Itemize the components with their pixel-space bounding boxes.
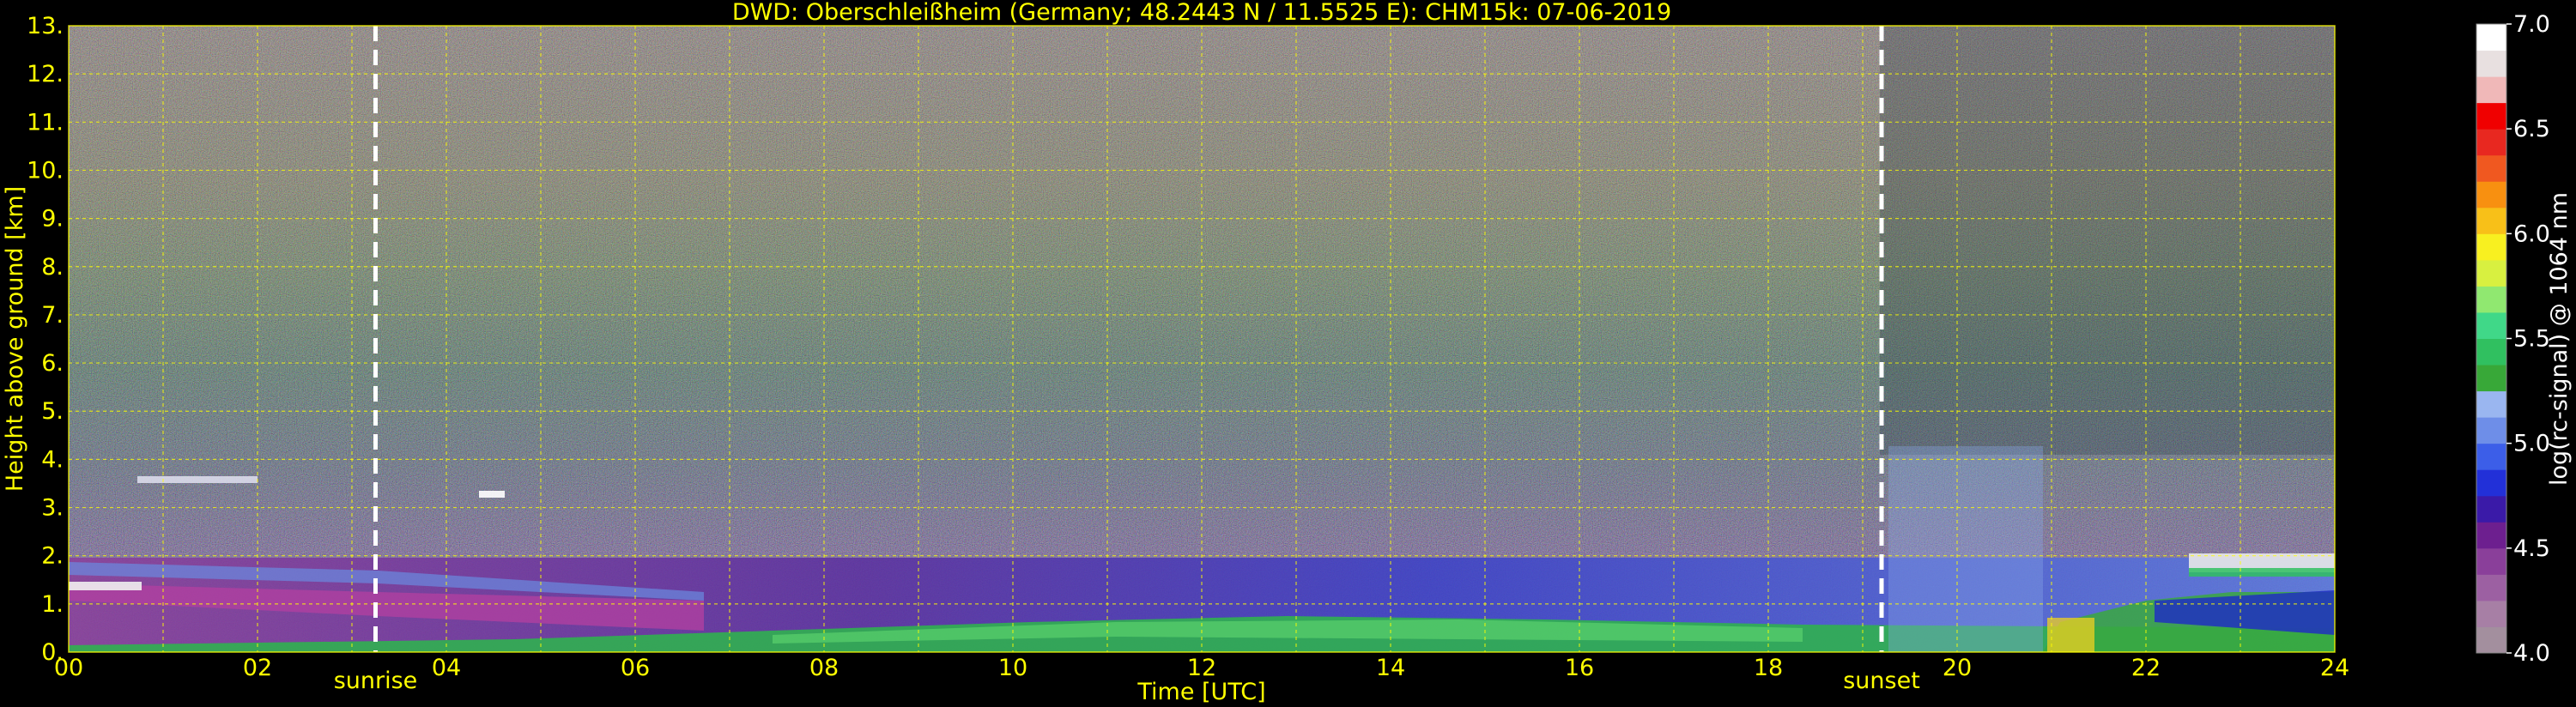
x-tick-label: 20	[1943, 655, 1972, 681]
colorbar-segment	[2476, 311, 2506, 339]
colorbar-segment	[2476, 469, 2506, 497]
colorbar-segment	[2476, 495, 2506, 523]
x-tick-label: 02	[243, 655, 272, 681]
elevated-layer	[137, 476, 258, 483]
y-tick-label: 4.	[41, 446, 64, 473]
x-tick-label: 06	[621, 655, 650, 681]
plot-area	[69, 26, 2335, 652]
morning-low-cloud	[69, 582, 142, 590]
y-tick-label: 10.	[27, 157, 64, 184]
y-tick-label: 6.	[41, 350, 64, 377]
colorbar-segment	[2476, 181, 2506, 208]
colorbar-segment	[2476, 286, 2506, 313]
y-tick-label: 13.	[27, 13, 64, 39]
colorbar-segment	[2476, 24, 2506, 51]
y-tick-label: 12.	[27, 61, 64, 88]
y-tick-label: 7.	[41, 302, 64, 329]
colorbar-segment	[2476, 547, 2506, 575]
colorbar-tick-label: 6.0	[2513, 221, 2550, 247]
colorbar-segment	[2476, 233, 2506, 261]
colorbar-segment	[2476, 522, 2506, 549]
x-tick-label: 18	[1754, 655, 1783, 681]
sunset-label: sunset	[1843, 668, 1920, 694]
x-tick-label: 10	[998, 655, 1027, 681]
chart-title: DWD: Oberschleißheim (Germany; 48.2443 N…	[732, 0, 1671, 26]
colorbar-segment	[2476, 338, 2506, 366]
y-tick-label: 1.	[41, 591, 64, 618]
elevated-cloud	[479, 491, 505, 498]
colorbar-segment	[2476, 154, 2506, 182]
x-tick-label: 00	[54, 655, 83, 681]
y-tick-label: 11.	[27, 109, 64, 136]
colorbar-segment	[2476, 365, 2506, 392]
evening-bright-spot	[2047, 618, 2094, 652]
colorbar-segment	[2476, 626, 2506, 654]
colorbar-ticks: 4.0 4.5 5.0 5.5 6.0 6.5 7.0	[2506, 11, 2550, 667]
colorbar-tick-label: 4.5	[2513, 535, 2550, 562]
colorbar-segment	[2476, 600, 2506, 627]
low-cloud-base	[2189, 568, 2335, 577]
x-tick-label: 24	[2320, 655, 2349, 681]
y-tick-label: 2.	[41, 543, 64, 570]
colorbar-segment	[2476, 390, 2506, 418]
colorbar-segment	[2476, 259, 2506, 287]
y-tick-label: 9.	[41, 206, 64, 233]
colorbar-segment	[2476, 102, 2506, 130]
y-tick-label: 5.	[41, 398, 64, 425]
colorbar-tick-label: 4.0	[2513, 640, 2550, 667]
colorbar-segment	[2476, 443, 2506, 470]
dusk-haze	[1888, 446, 2043, 652]
x-tick-label: 08	[809, 655, 839, 681]
colorbar-tick-label: 6.5	[2513, 116, 2550, 142]
lidar-chart: 0.1.2.3.4.5.6.7.8.9.10.11.12.13. 00 02 04 0…	[2, 0, 2573, 705]
x-tick-label: 14	[1376, 655, 1405, 681]
colorbar	[2476, 24, 2506, 654]
sunrise-label: sunrise	[334, 668, 418, 694]
colorbar-label: log(rc-signal) @ 1064 nm	[2546, 192, 2573, 486]
x-tick-label: 04	[432, 655, 461, 681]
colorbar-segment	[2476, 129, 2506, 156]
x-tick-label: 22	[2131, 655, 2161, 681]
colorbar-segment	[2476, 76, 2506, 104]
colorbar-segment	[2476, 574, 2506, 601]
colorbar-tick-label: 7.0	[2513, 11, 2550, 38]
colorbar-tick-label: 5.0	[2513, 431, 2550, 457]
colorbar-tick-label: 5.5	[2513, 326, 2550, 353]
y-axis-label: Height above ground [km]	[2, 186, 28, 492]
x-axis-label: Time [UTC]	[1136, 679, 1265, 705]
y-tick-label: 8.	[41, 254, 64, 281]
y-tick-label: 3.	[41, 495, 64, 522]
y-axis-ticks: 0.1.2.3.4.5.6.7.8.9.10.11.12.13.	[27, 13, 64, 666]
colorbar-segment	[2476, 207, 2506, 234]
colorbar-segment	[2476, 50, 2506, 77]
night-noise-right	[1880, 26, 2335, 455]
colorbar-segment	[2476, 417, 2506, 444]
x-tick-label: 16	[1565, 655, 1594, 681]
x-tick-label: 12	[1187, 655, 1216, 681]
